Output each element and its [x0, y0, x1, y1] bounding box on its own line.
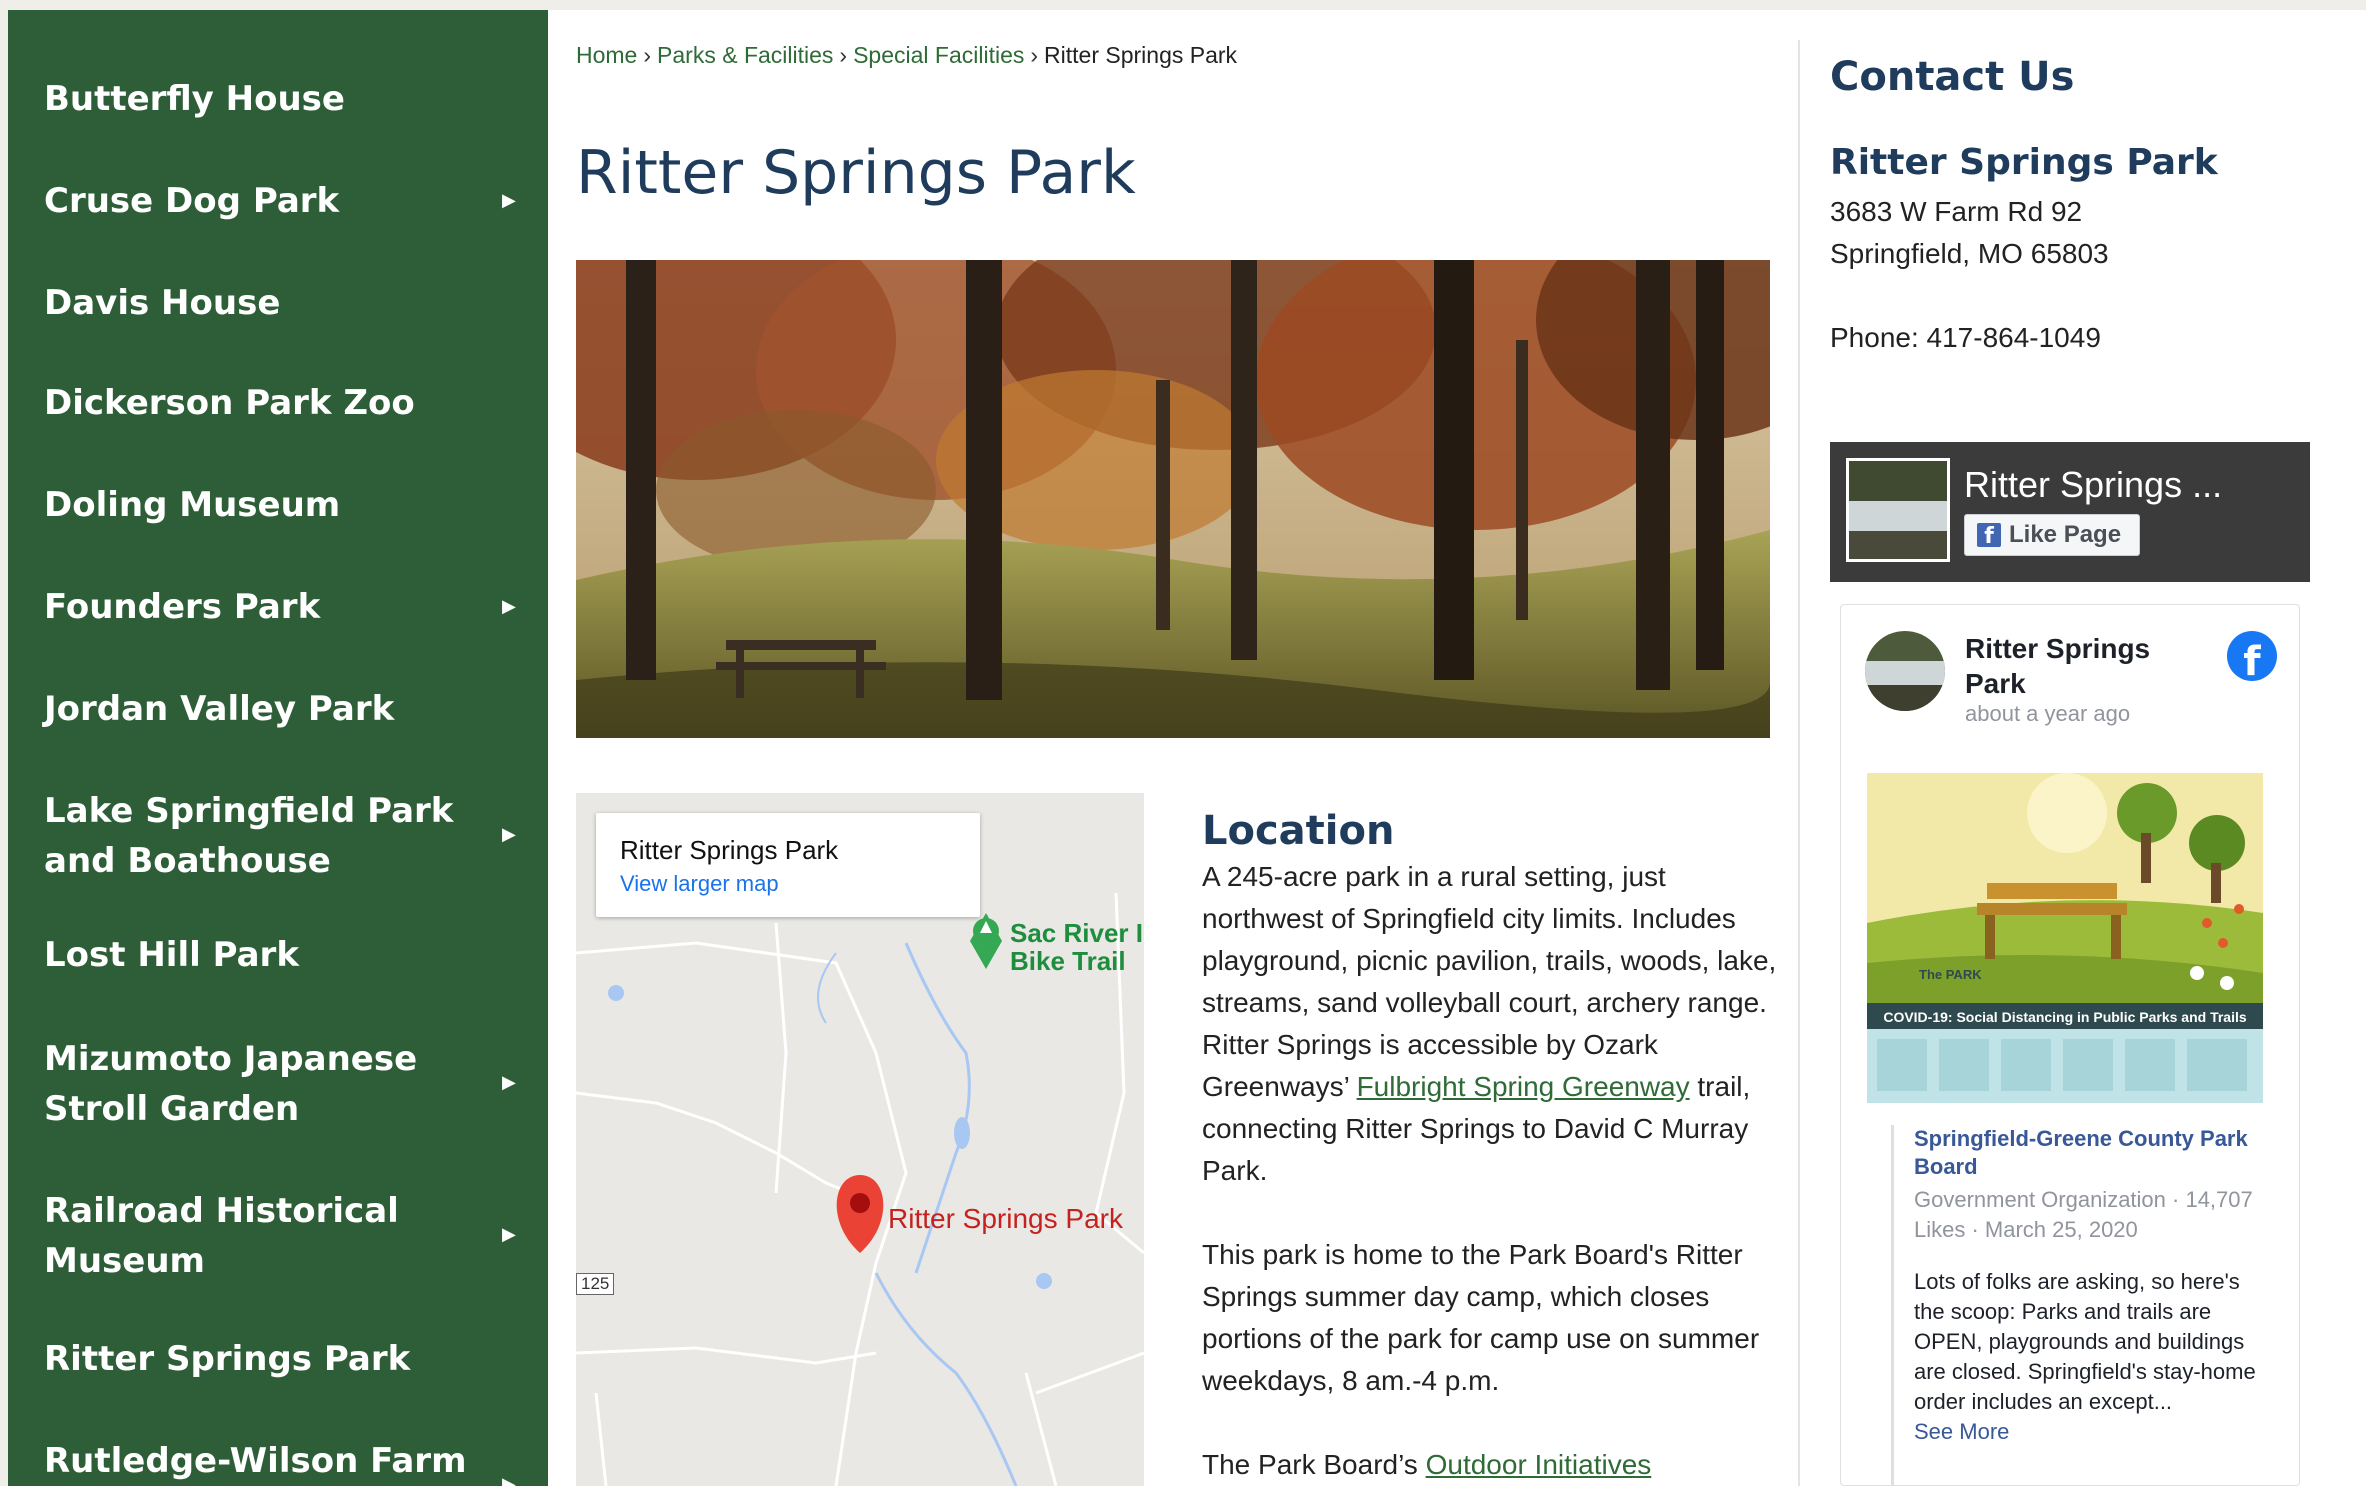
column-divider	[1798, 40, 1800, 1486]
facebook-feed: Ritter Springs Park about a year ago f C…	[1840, 604, 2300, 1486]
embedded-map[interactable]: Ritter Springs Park View larger map Sac …	[576, 793, 1144, 1486]
outdoor-initiatives-paragraph: The Park Board’s Outdoor Initiatives	[1202, 1444, 1782, 1486]
submenu-arrow-icon[interactable]: ▶	[502, 596, 516, 617]
post-image[interactable]: COVID-19: Social Distancing in Public Pa…	[1867, 773, 2263, 1103]
submenu-arrow-icon[interactable]: ▶	[502, 1072, 516, 1093]
facebook-page-thumbnail[interactable]	[1846, 458, 1950, 562]
post-avatar[interactable]	[1865, 631, 1945, 711]
sidebar-item-jordan-valley-park[interactable]: Jordan Valley Park	[8, 650, 548, 750]
like-page-button[interactable]: f Like Page	[1964, 514, 2140, 556]
sidebar-item-doling-museum[interactable]: Doling Museum	[8, 450, 548, 550]
breadcrumb-home-link[interactable]: Home	[576, 42, 637, 68]
see-more-link[interactable]: See More	[1914, 1417, 2271, 1447]
sidebar-item-label: Doling Museum	[44, 485, 341, 525]
sidebar-item-ritter-springs-park[interactable]: Ritter Springs Park	[8, 1310, 548, 1410]
breadcrumb-separator: ›	[839, 42, 848, 68]
map-trail-label-line: Bike Trail	[1010, 946, 1126, 976]
contact-heading: Contact Us	[1830, 54, 2075, 100]
sidebar-item-davis-house[interactable]: Davis House	[8, 250, 548, 350]
like-page-label: Like Page	[2009, 521, 2122, 548]
sidebar-item-butterfly-house[interactable]: Butterfly House	[8, 50, 548, 150]
sidebar-item-founders-park[interactable]: Founders Park ▶	[8, 550, 548, 650]
outdoor-initiatives-link[interactable]: Outdoor Initiatives	[1426, 1449, 1652, 1480]
sidebar-item-label: Butterfly House	[44, 79, 345, 119]
sidebar-item-dickerson-park-zoo[interactable]: Dickerson Park Zoo	[8, 350, 548, 450]
post-timestamp[interactable]: about a year ago	[1965, 701, 2130, 727]
sidebar-item-label: Rutledge-Wilson Farm	[44, 1441, 467, 1481]
shared-page-name[interactable]: Springfield-Greene County Park Board	[1914, 1125, 2271, 1181]
post-image-caption: COVID-19: Social Distancing in Public Pa…	[1883, 1009, 2247, 1025]
location-heading: Location	[1202, 808, 1395, 854]
page-title: Ritter Springs Park	[576, 138, 1136, 208]
map-card-title: Ritter Springs Park	[620, 835, 839, 865]
contact-address-line1: 3683 W Farm Rd 92	[1830, 196, 2083, 227]
sidebar-item-label: Lake Springfield Park and Boathouse	[44, 791, 454, 881]
submenu-arrow-icon[interactable]: ▶	[502, 190, 516, 211]
sidebar-item-rutledge-wilson-farm[interactable]: Rutledge-Wilson Farm ▶	[8, 1410, 548, 1486]
fulbright-greenway-link[interactable]: Fulbright Spring Greenway	[1357, 1071, 1690, 1102]
contact-park-name: Ritter Springs Park	[1830, 142, 2218, 183]
contact-address-line2: Springfield, MO 65803	[1830, 238, 2109, 269]
sidebar-item-label: Mizumoto Japanese Stroll Garden	[44, 1039, 418, 1129]
submenu-arrow-icon[interactable]: ▶	[502, 824, 516, 845]
sidebar-item-mizumoto-garden[interactable]: Mizumoto Japanese Stroll Garden ▶	[8, 1010, 548, 1160]
sidebar-item-label: Ritter Springs Park	[44, 1339, 411, 1379]
breadcrumb-special-facilities-link[interactable]: Special Facilities	[853, 42, 1024, 68]
shared-page-meta: Government Organization · 14,707 Likes ·…	[1914, 1187, 2253, 1242]
facebook-logo-icon[interactable]: f	[2227, 631, 2277, 681]
submenu-arrow-icon[interactable]: ▶	[502, 1224, 516, 1245]
sidebar-item-label: Railroad Historical Museum	[44, 1191, 399, 1281]
breadcrumb: Home › Parks & Facilities › Special Faciliti…	[576, 42, 1237, 69]
post-image-brand: The PARK	[1919, 967, 1982, 982]
sidebar-item-lost-hill-park[interactable]: Lost Hill Park	[8, 910, 548, 1010]
location-paragraph: A 245-acre park in a rural setting, just…	[1202, 856, 1782, 1192]
shared-page-card: Springfield-Greene County Park Board Gov…	[1891, 1125, 2271, 1485]
breadcrumb-separator: ›	[643, 42, 652, 68]
outdoor-initiatives-text: The Park Board’s	[1202, 1449, 1426, 1480]
sidebar-item-label: Davis House	[44, 283, 281, 323]
sidebar-nav: Butterfly House Cruse Dog Park ▶ Davis H…	[8, 10, 548, 1486]
submenu-arrow-icon[interactable]: ▶	[502, 1474, 516, 1486]
location-text: A 245-acre park in a rural setting, just…	[1202, 861, 1777, 1102]
map-park-label[interactable]: Ritter Springs Park	[888, 1203, 1123, 1235]
day-camp-paragraph: This park is home to the Park Board's Ri…	[1202, 1239, 1760, 1396]
facebook-cover: Ritter Springs ... f Like Page	[1830, 442, 2310, 582]
sidebar-item-label: Cruse Dog Park	[44, 181, 340, 221]
breadcrumb-separator: ›	[1030, 42, 1039, 68]
view-larger-map-link[interactable]: View larger map	[620, 871, 779, 897]
sidebar-item-label: Jordan Valley Park	[44, 689, 395, 729]
facebook-page-name[interactable]: Ritter Springs ...	[1964, 464, 2222, 506]
breadcrumb-current: Ritter Springs Park	[1044, 42, 1238, 68]
page: Butterfly House Cruse Dog Park ▶ Davis H…	[8, 10, 2366, 1486]
post-author-name[interactable]: Ritter Springs Park	[1965, 631, 2195, 701]
hero-park-photo	[576, 260, 1770, 738]
route-shield: 125	[576, 1273, 615, 1295]
map-info-card: Ritter Springs Park View larger map	[596, 813, 980, 917]
map-trail-label: Sac River I Bike Trail	[1010, 919, 1143, 975]
sidebar-item-label: Founders Park	[44, 587, 321, 627]
post-body-text: Lots of folks are asking, so here's the …	[1914, 1269, 2256, 1414]
sidebar-item-railroad-museum[interactable]: Railroad Historical Museum ▶	[8, 1160, 548, 1310]
map-trail-label-line: Sac River I	[1010, 918, 1143, 948]
breadcrumb-parks-link[interactable]: Parks & Facilities	[657, 42, 833, 68]
sidebar-item-label: Lost Hill Park	[44, 935, 299, 975]
contact-phone: Phone: 417-864-1049	[1830, 322, 2101, 353]
facebook-f-icon: f	[1977, 523, 2001, 547]
sidebar-item-lake-springfield-park[interactable]: Lake Springfield Park and Boathouse ▶	[8, 750, 548, 900]
sidebar-item-cruse-dog-park[interactable]: Cruse Dog Park ▶	[8, 150, 548, 250]
sidebar-item-label: Dickerson Park Zoo	[44, 383, 415, 423]
